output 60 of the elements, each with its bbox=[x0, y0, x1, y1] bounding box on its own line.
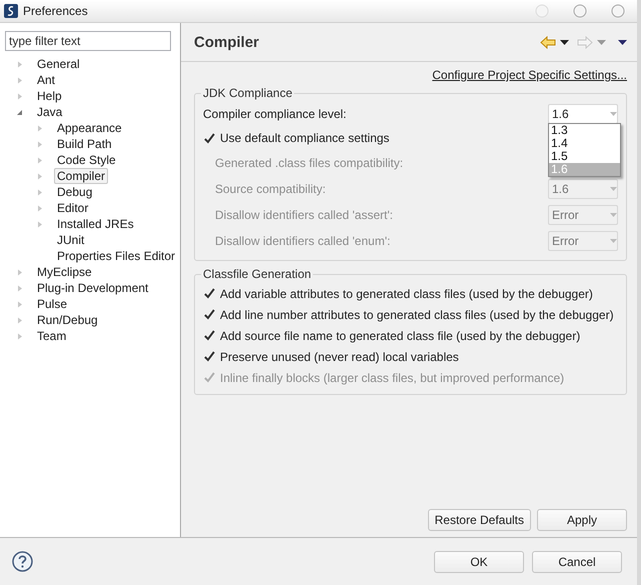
caret-icon bbox=[610, 213, 617, 217]
caret-icon bbox=[610, 239, 617, 243]
checkbox-label: Inline finally blocks (larger class files, but improved performance) bbox=[220, 370, 564, 384]
checkbox-label: Add source file name to generated class file (used by the debugger) bbox=[220, 328, 580, 342]
checkbox[interactable] bbox=[203, 350, 216, 363]
page-title: Compiler bbox=[194, 34, 260, 50]
tree-item[interactable]: Editor bbox=[54, 200, 92, 216]
tree-item[interactable]: Java bbox=[34, 104, 66, 120]
field-label: Generated .class files compatibility: bbox=[214, 156, 404, 170]
field-label: Compiler compliance level: bbox=[203, 107, 348, 121]
tree-item[interactable]: Properties Files Editor bbox=[54, 248, 178, 264]
ok-button[interactable]: OK bbox=[434, 550, 524, 572]
app-logo-icon bbox=[4, 4, 18, 18]
field-label: Disallow identifiers called 'assert': bbox=[214, 208, 394, 222]
tree-item[interactable]: MyEclipse bbox=[34, 264, 95, 280]
compliance-combo[interactable]: 1.6 bbox=[548, 104, 618, 124]
help-icon[interactable] bbox=[12, 551, 33, 572]
tree-item[interactable]: Help bbox=[34, 88, 65, 104]
dropdown-caret-icon[interactable] bbox=[560, 40, 569, 44]
cancel-button[interactable]: Cancel bbox=[532, 550, 622, 572]
tree-item[interactable]: JUnit bbox=[54, 232, 88, 248]
tree-item[interactable]: Ant bbox=[34, 72, 58, 88]
dropdown-caret-icon[interactable] bbox=[618, 40, 627, 44]
maximize-button[interactable] bbox=[573, 4, 587, 18]
checkbox-label: Preserve unused (never read) local variables bbox=[220, 350, 459, 364]
tree-item[interactable]: Compiler bbox=[54, 168, 108, 184]
tree-item[interactable]: Installed JREs bbox=[54, 216, 137, 232]
dropdown-option[interactable]: 1.4 bbox=[549, 137, 620, 150]
tree-item[interactable]: Plug-in Development bbox=[34, 280, 152, 296]
checkbox[interactable] bbox=[203, 132, 216, 144]
tree-item[interactable]: Code Style bbox=[54, 152, 119, 168]
checkbox-label: Add variable attributes to generated class files (used by the debugger) bbox=[220, 286, 593, 300]
checkbox-label: Add line number attributes to generated class files (used by the debugger) bbox=[220, 308, 614, 322]
restore-defaults-button[interactable]: Restore Defaults bbox=[428, 509, 531, 531]
tree-item[interactable]: Team bbox=[34, 328, 70, 344]
tree-item[interactable]: General bbox=[34, 56, 83, 72]
checkbox-label: Use default compliance settings bbox=[220, 131, 390, 145]
tree-item[interactable]: Run/Debug bbox=[34, 312, 101, 328]
tree-item[interactable]: Pulse bbox=[34, 296, 70, 312]
group-title: Classfile Generation bbox=[202, 267, 312, 281]
window-title: Preferences bbox=[23, 4, 89, 18]
tree-item[interactable]: Debug bbox=[54, 184, 96, 200]
checkbox[interactable] bbox=[203, 308, 216, 321]
caret-icon bbox=[610, 112, 617, 116]
configure-link[interactable]: Configure Project Specific Settings... bbox=[432, 68, 627, 82]
tree-item[interactable]: Appearance bbox=[54, 120, 125, 136]
forward-arrow-icon[interactable] bbox=[577, 36, 593, 48]
field-label: Disallow identifiers called 'enum': bbox=[214, 234, 392, 248]
dropdown-option[interactable]: 1.3 bbox=[549, 124, 620, 137]
close-button[interactable] bbox=[611, 4, 625, 18]
tree-item[interactable]: Build Path bbox=[54, 136, 115, 152]
checkbox[interactable] bbox=[203, 329, 216, 342]
checkbox[interactable] bbox=[203, 287, 216, 300]
group-title: JDK Compliance bbox=[202, 86, 294, 100]
field-label: Source compatibility: bbox=[214, 182, 327, 196]
minimize-button[interactable] bbox=[535, 4, 549, 18]
caret-icon bbox=[610, 187, 617, 191]
apply-button[interactable]: Apply bbox=[537, 509, 627, 531]
filter-field[interactable]: type filter text bbox=[5, 31, 171, 51]
dropdown-option[interactable]: 1.5 bbox=[549, 150, 620, 163]
